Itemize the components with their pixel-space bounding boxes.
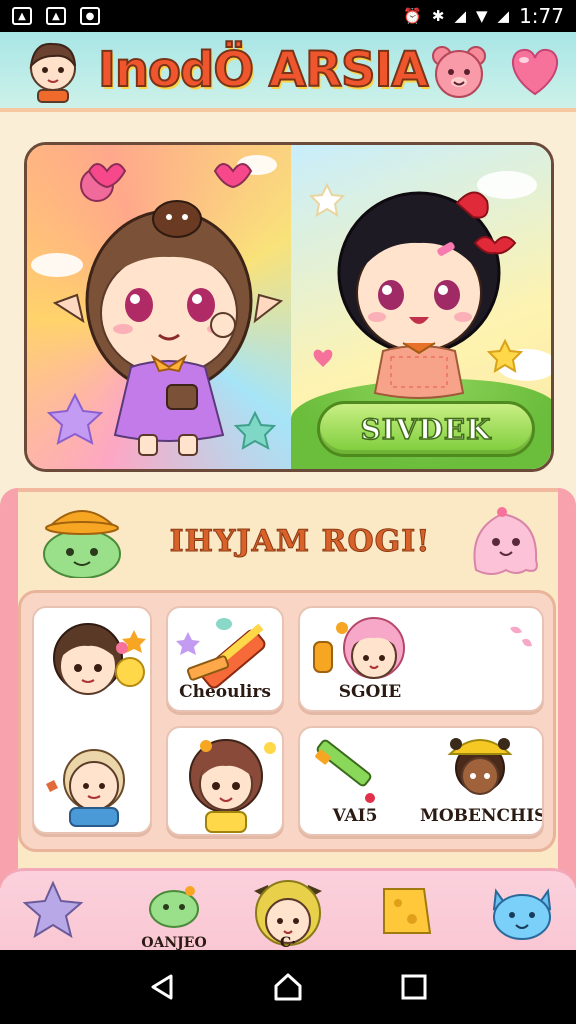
paint-tubes-card[interactable]: VAI5 MOBENCHIS xyxy=(298,726,544,836)
character-card[interactable] xyxy=(32,606,152,834)
pink-ghost-icon xyxy=(473,507,538,575)
cat-icon xyxy=(492,888,552,940)
home-button[interactable] xyxy=(268,967,308,1007)
tab-star[interactable] xyxy=(14,871,92,953)
crayons-card[interactable]: Cheoulirs xyxy=(166,606,284,712)
hero-banner[interactable]: SIVDEK xyxy=(24,142,554,472)
home-icon xyxy=(274,973,302,1001)
cheese-icon xyxy=(383,888,432,934)
back-button[interactable] xyxy=(142,967,182,1007)
image-icon: ▲ xyxy=(12,7,32,25)
start-button[interactable]: SIVDEK xyxy=(317,401,535,457)
hat-slime-icon xyxy=(43,510,121,578)
tab-label: OANJEO xyxy=(141,935,207,951)
panel-border-left xyxy=(0,488,18,888)
collection-title: IHYJAM ROGI! xyxy=(169,524,431,560)
app-header: InodÖ ARSIA xyxy=(0,32,576,112)
alarm-icon: ⏰ xyxy=(403,7,422,25)
card-label: MOBENCHIS xyxy=(420,806,544,826)
slime-icon xyxy=(149,886,199,928)
star-icon xyxy=(22,880,84,939)
panel-border-right xyxy=(558,488,576,888)
shield-icon: ● xyxy=(80,7,100,25)
tab-character[interactable]: C· xyxy=(240,871,336,953)
card-label: Cheoulirs xyxy=(179,682,271,702)
brown-hair-girl-card[interactable] xyxy=(166,726,284,836)
tab-slime[interactable]: OANJEO xyxy=(132,871,216,953)
pink-hair-card[interactable]: SGOIE xyxy=(298,606,544,712)
recents-button[interactable] xyxy=(394,967,434,1007)
bluetooth-icon: ✱ xyxy=(431,7,445,25)
bottom-tab-bar: OANJEO C· xyxy=(0,868,576,953)
image-icon: ▲ xyxy=(46,7,66,25)
recents-square-icon xyxy=(401,974,427,1000)
heart-icon[interactable] xyxy=(504,42,566,100)
signal-icon: ◢ xyxy=(497,7,510,25)
signal-icon: ◢ xyxy=(454,7,466,25)
status-bar: ▲ ▲ ● ⏰ ✱ ◢ ▼ ◢ 1:77 xyxy=(0,0,576,32)
tab-cat[interactable] xyxy=(482,871,562,953)
bear-icon[interactable] xyxy=(428,42,490,100)
start-button-label: SIVDEK xyxy=(360,412,492,447)
wifi-icon: ▼ xyxy=(475,7,488,25)
tab-label: C· xyxy=(279,935,297,951)
tab-cheese[interactable] xyxy=(368,871,444,953)
player-avatar-icon[interactable] xyxy=(22,38,84,104)
status-time: 1:77 xyxy=(519,4,564,28)
card-label: VAI5 xyxy=(332,806,378,826)
app-title: InodÖ ARSIA xyxy=(97,41,430,99)
card-label: SGOIE xyxy=(338,682,402,702)
back-triangle-icon xyxy=(151,974,173,1000)
system-nav-bar xyxy=(0,950,576,1024)
